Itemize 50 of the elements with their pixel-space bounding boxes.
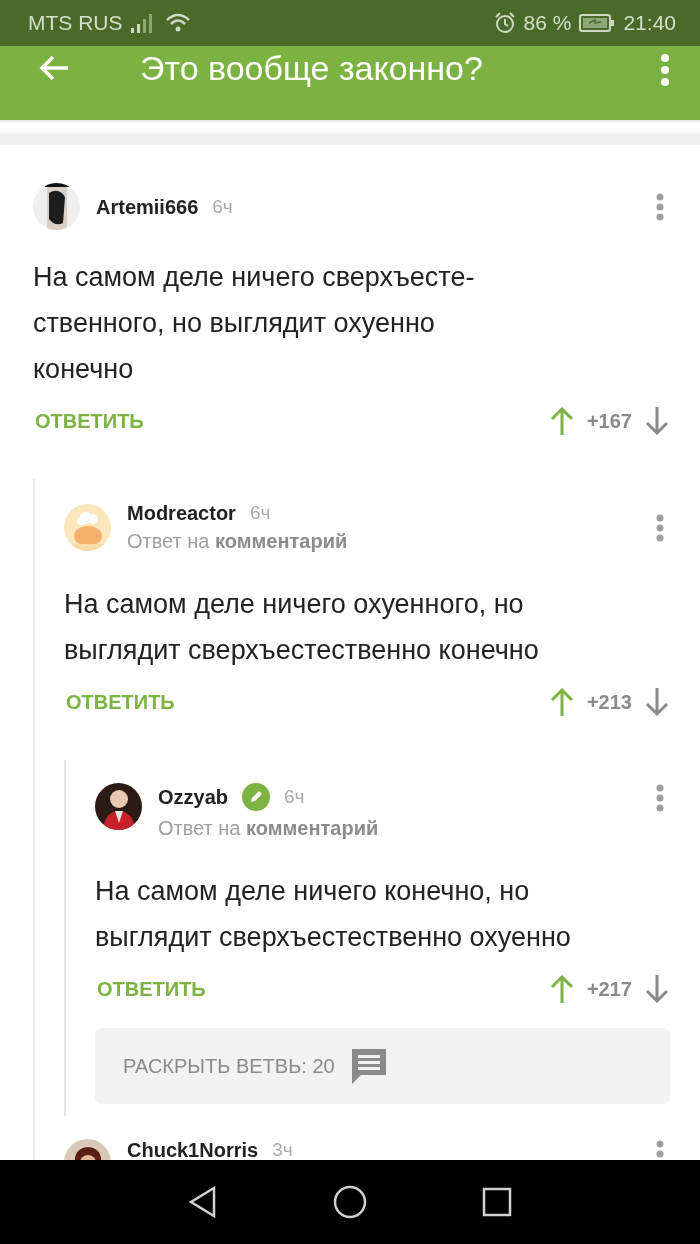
downvote-icon [644, 686, 670, 718]
more-menu-icon [656, 513, 664, 542]
recents-nav-button[interactable] [482, 1187, 512, 1217]
back-nav-button[interactable] [188, 1186, 218, 1218]
menu-button[interactable] [660, 54, 670, 86]
page-title: Это вообще законно? [140, 49, 484, 88]
battery-icon [579, 14, 616, 32]
back-button[interactable] [38, 54, 70, 82]
comment-text: На самом деле ничего охуенного, но выглядит сверхъестественно конечно [64, 588, 540, 667]
upvote-button[interactable] [548, 405, 575, 437]
pencil-badge-icon [242, 783, 271, 811]
reply-to-text: Ответ на комментарий [127, 530, 349, 553]
battery-percent: 86 % [523, 11, 572, 35]
author-name[interactable]: Artemii666 [96, 195, 199, 218]
author-name[interactable]: Ozzyab [158, 786, 229, 808]
comment-time: 6ч [284, 786, 305, 808]
reply-to-text: Ответ на комментарий [158, 817, 380, 840]
comment-score: +213 [586, 690, 632, 714]
circle-home-icon [333, 1185, 367, 1219]
comment-time: 3ч [272, 1139, 293, 1160]
clock-time: 21:40 [623, 11, 676, 35]
back-arrow-icon [38, 54, 70, 82]
upvote-icon [548, 973, 575, 1005]
downvote-icon [644, 973, 670, 1005]
downvote-button[interactable] [644, 686, 670, 718]
carrier-name: MTS RUS [28, 11, 123, 35]
author-name[interactable]: Modreactor [127, 502, 236, 524]
comment-time: 6ч [212, 195, 233, 218]
comment-text: На самом деле ничего конечно, но выглядит сверхъестественно охуенно [95, 875, 572, 954]
upvote-icon [548, 686, 575, 718]
downvote-button[interactable] [644, 973, 670, 1005]
triangle-back-icon [188, 1186, 218, 1218]
more-menu-icon [656, 784, 664, 812]
wifi-icon [164, 13, 191, 33]
upvote-button[interactable] [548, 973, 575, 1005]
comment-time: 6ч [249, 502, 271, 524]
comment-text: На самом деле ничего сверхъесте- ственного, но выглядит охуенно конечно [33, 261, 476, 386]
author-name[interactable]: Chuck1Norris [127, 1139, 259, 1160]
more-menu-icon [660, 54, 670, 86]
downvote-button[interactable] [644, 405, 670, 437]
upvote-icon [548, 405, 575, 437]
downvote-icon [644, 405, 670, 437]
more-menu-icon [656, 1140, 664, 1160]
home-nav-button[interactable] [333, 1185, 367, 1219]
more-menu-icon [656, 192, 664, 221]
square-recents-icon [482, 1187, 512, 1217]
alarm-icon [493, 12, 516, 34]
upvote-button[interactable] [548, 686, 575, 718]
comment-score: +217 [586, 977, 632, 1001]
comment-score: +167 [586, 409, 632, 433]
